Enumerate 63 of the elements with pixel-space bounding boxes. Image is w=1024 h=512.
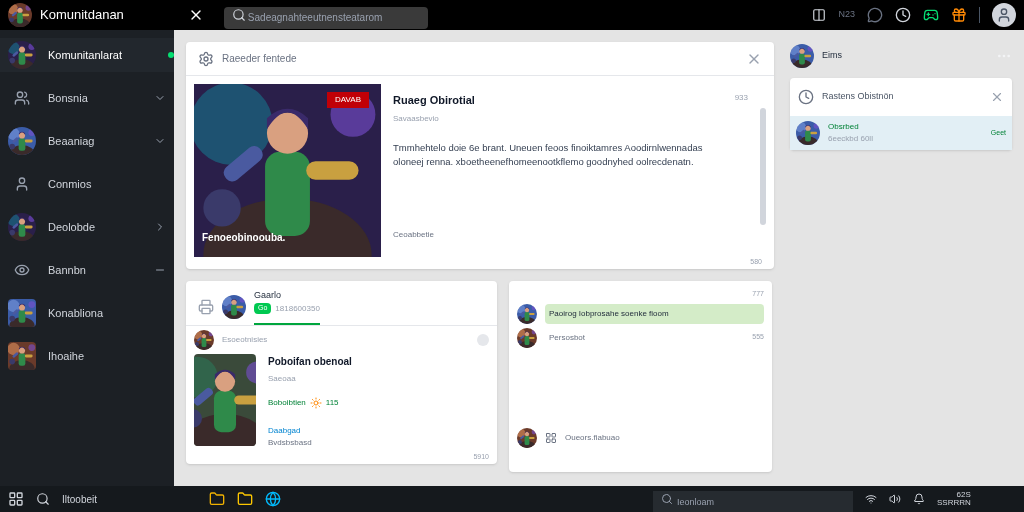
sidebar-item[interactable]: Beaaniag bbox=[0, 124, 174, 158]
image-caption: Fenoeobinoouba. bbox=[202, 231, 286, 245]
chat-icon[interactable] bbox=[867, 7, 883, 23]
author-meta: 1818600350 bbox=[275, 302, 320, 315]
post-meta: Savaasbevio bbox=[393, 112, 440, 125]
user-name: Eims bbox=[822, 49, 842, 63]
browser-icon[interactable] bbox=[265, 491, 282, 507]
start-icon[interactable] bbox=[8, 491, 24, 507]
reactions-label: Boboibtien bbox=[268, 396, 306, 409]
sidebar-item[interactable]: Bonsnia bbox=[0, 81, 174, 115]
controller-icon[interactable] bbox=[923, 7, 939, 23]
card-header: Raeeder fentede bbox=[222, 52, 297, 66]
counter: N23 bbox=[838, 8, 855, 22]
sidebar-item[interactable]: Ihoaihe bbox=[0, 339, 174, 373]
selected-indicator bbox=[168, 52, 174, 58]
clock-time: 62S bbox=[956, 491, 971, 499]
item-meta: 6eeckbd 60ll bbox=[828, 133, 873, 145]
sidebar-item[interactable]: Deolobde bbox=[0, 210, 174, 244]
app-title: Komunitdanan bbox=[40, 6, 124, 25]
folder-icon[interactable] bbox=[209, 491, 226, 507]
clock-icon[interactable] bbox=[895, 7, 911, 23]
settings-icon[interactable] bbox=[198, 50, 214, 67]
post-time: 933 bbox=[734, 92, 748, 104]
sidebar-item[interactable]: Conmios bbox=[0, 167, 174, 201]
post-author: Esoeotnisies bbox=[222, 333, 268, 346]
clock-icon bbox=[798, 89, 814, 105]
search-icon bbox=[231, 8, 246, 22]
ribbon-label: DAVAB bbox=[327, 92, 369, 108]
post-title: Ruaeg Obirotial bbox=[393, 93, 475, 108]
search-field[interactable]: Ieonloam bbox=[653, 491, 854, 512]
sidebar-icon bbox=[14, 176, 30, 192]
chat-message: Persosbot bbox=[548, 331, 587, 344]
sidebar-item[interactable]: Bannbn bbox=[0, 253, 174, 287]
post-title: Poboifan obenoal bbox=[268, 354, 352, 369]
post-link[interactable]: Daabgad bbox=[268, 424, 352, 437]
notification-title: Rastens Obistnön bbox=[822, 90, 894, 104]
grid-icon[interactable] bbox=[545, 432, 557, 444]
post-footer: Ceoabbetie bbox=[393, 228, 748, 241]
post-footer: Bvdsbsbasd bbox=[268, 436, 352, 449]
columns-icon[interactable] bbox=[812, 8, 827, 22]
item-title: Obsrbed bbox=[828, 121, 860, 133]
reaction-count: 115 bbox=[325, 396, 339, 409]
wifi-icon[interactable] bbox=[865, 493, 878, 505]
post-body: Tmmhehtelo doie 6e brant. Uneuen feoos finoiktamres Aoodirnlwennadas oloneej renna. xboetheenefhomeenootkflemo goodnyhed oolrecdenatn. bbox=[393, 140, 704, 169]
bell-icon[interactable] bbox=[913, 493, 926, 505]
gift-icon[interactable] bbox=[951, 7, 967, 23]
post-meta: Saeoaa bbox=[268, 372, 297, 385]
sidebar-icon bbox=[14, 262, 30, 278]
sidebar-item[interactable]: Konabliona bbox=[0, 296, 174, 330]
printer-icon[interactable] bbox=[198, 298, 214, 315]
chat-input-label: Oueors.fiabuao bbox=[565, 432, 620, 444]
clock-date: SSRRRN bbox=[937, 499, 971, 507]
folder-icon[interactable] bbox=[237, 491, 254, 507]
profile-avatar[interactable] bbox=[992, 3, 1016, 27]
taskbar-search[interactable]: Iltoobeit bbox=[62, 491, 98, 507]
volume-icon[interactable] bbox=[889, 493, 902, 505]
sidebar-icon bbox=[14, 90, 30, 106]
author-name: Gaarlo bbox=[254, 289, 282, 302]
search-icon bbox=[661, 493, 674, 505]
search-icon[interactable] bbox=[36, 492, 50, 506]
search-field[interactable]: Sadeagnahteeutnensteatarom bbox=[223, 6, 428, 29]
sidebar-item[interactable]: Komunitanlarat bbox=[0, 38, 174, 72]
chat-message: Paoirog Iobprosahe soenke fioom bbox=[545, 303, 764, 324]
